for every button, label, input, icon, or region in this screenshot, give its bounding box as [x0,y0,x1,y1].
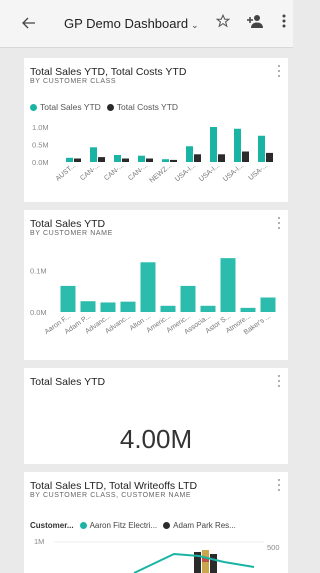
bar [162,159,169,162]
dashboard-title[interactable]: GP Demo Dashboard ⌄ [64,16,199,31]
tile-sales-by-customer[interactable]: Total Sales YTD BY CUSTOMER NAME 0.1M 0.0… [24,210,288,360]
y-tick-right: 500 [267,543,280,552]
bar [60,285,76,312]
kpi-value: 4.00M [119,424,193,454]
x-tick-label: CAN-... [103,162,125,182]
x-tick-label: AUST... [55,162,78,183]
bar [240,307,256,312]
bar [194,154,201,162]
more-vertical-icon[interactable] [282,14,286,33]
tile-sales-costs-by-class[interactable]: Total Sales YTD, Total Costs YTD BY CUST… [24,58,288,202]
bar [120,301,136,312]
y-tick-left: 1M [34,537,44,546]
x-tick-label: CAN-... [127,162,149,182]
bar [186,146,193,162]
x-tick-label: USA-I... [174,162,197,183]
bar [234,128,241,162]
bar [90,147,97,162]
y-tick-label: 0.0M [30,308,47,317]
bar [258,135,265,162]
x-tick-label: USA-... [248,162,270,182]
chart-sales-writeoffs: 1M 500 [34,537,280,573]
chevron-down-icon: ⌄ [191,20,199,30]
bar [266,152,273,162]
tile-more-icon[interactable] [278,375,282,387]
top-app-bar: GP Demo Dashboard ⌄ [0,0,293,48]
x-tick-label: USA-I... [222,162,245,183]
bar [210,554,217,573]
tile-sales-writeoffs[interactable]: Total Sales LTD, Total Writeoffs LTD BY … [24,472,288,573]
bar [260,297,276,312]
bar [100,302,116,312]
bar [218,154,225,162]
star-icon[interactable] [215,13,231,33]
bar [74,158,81,162]
bar [160,305,176,312]
bar [114,155,121,162]
bar [138,155,145,162]
add-user-icon[interactable] [246,14,264,32]
bar [140,262,156,312]
y-tick-label: 0.0M [32,158,49,167]
bar [80,301,96,312]
y-tick-label: 0.5M [32,141,49,150]
tile-kpi-sales[interactable]: Total Sales YTD 4.00M [24,368,288,464]
chart-sales-by-customer: 0.1M0.0MAaron F...Adam P...Advanc...Adva… [30,258,276,336]
y-tick-label: 0.1M [30,267,47,276]
bar [122,158,129,162]
bar [170,159,177,162]
bar [200,305,216,312]
bar [220,258,236,312]
y-tick-label: 1.0M [32,123,49,132]
bar [66,157,73,162]
x-tick-label: CAN-... [79,162,101,182]
tile-title: Total Sales YTD [30,376,106,388]
dashboard-title-text: GP Demo Dashboard [64,16,189,31]
chart-sales-costs: 1.0M0.5M0.0M AUST... CAN-... CAN-... CAN-...… [32,123,273,185]
bar [210,127,217,162]
bar [180,285,196,312]
bar [146,158,153,162]
x-tick-label: NEWZ... [149,162,174,184]
bar [98,157,105,162]
x-tick-label: USA-I... [198,162,221,183]
arrow-left-icon[interactable] [22,14,42,34]
bar [242,151,249,162]
